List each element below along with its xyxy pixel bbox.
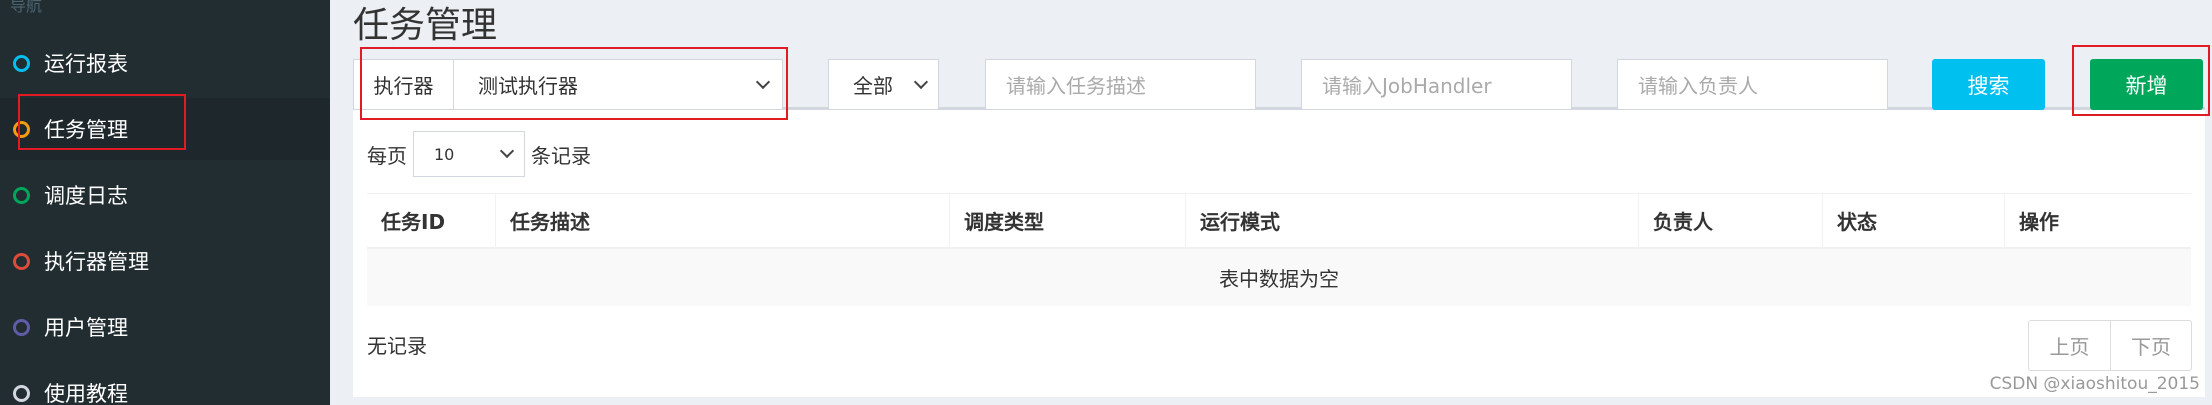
sidebar-item-label: 执行器管理 [44, 250, 149, 274]
circle-icon [13, 318, 30, 336]
page-length-value: 10 [434, 144, 455, 164]
prev-page-button[interactable]: 上页 [2029, 321, 2110, 370]
sidebar: 导航 运行报表 任务管理 调度日志 执行器管理 用户管理 使用教程 [0, 0, 330, 405]
circle-icon [13, 54, 30, 72]
page-length-select[interactable]: 10 [413, 131, 525, 177]
column-header[interactable]: 状态 [1823, 194, 2005, 247]
column-header[interactable]: 调度类型 [950, 194, 1186, 247]
sidebar-item-label: 调度日志 [44, 184, 128, 208]
table-empty-row: 表中数据为空 [367, 249, 2191, 306]
owner-input[interactable]: 请输入负责人 [1617, 59, 1888, 110]
circle-icon [13, 384, 30, 402]
column-header[interactable]: 运行模式 [1186, 194, 1639, 247]
sidebar-item-schedule-log[interactable]: 调度日志 [0, 164, 330, 226]
page-length-suffix: 条记录 [531, 143, 591, 168]
chevron-down-icon [499, 143, 515, 159]
chevron-down-icon [913, 74, 929, 89]
sidebar-item-user-management[interactable]: 用户管理 [0, 296, 330, 358]
sidebar-item-label: 使用教程 [44, 382, 128, 405]
sidebar-item-label: 用户管理 [44, 316, 128, 340]
sidebar-item-label: 运行报表 [44, 52, 128, 76]
annotation-box-add [2072, 45, 2210, 116]
annotation-box-sidebar [18, 94, 186, 150]
sidebar-item-executor-management[interactable]: 执行器管理 [0, 230, 330, 292]
circle-icon [13, 186, 30, 204]
page-length-prefix: 每页 [367, 143, 407, 168]
status-select-value: 全部 [853, 74, 893, 98]
column-header[interactable]: 任务ID [367, 194, 496, 247]
column-header[interactable]: 任务描述 [496, 194, 950, 247]
task-desc-input[interactable]: 请输入任务描述 [985, 59, 1256, 110]
status-select[interactable]: 全部 [828, 59, 939, 110]
page-length-control: 每页 10 条记录 [367, 131, 591, 177]
table-info: 无记录 [367, 334, 427, 358]
page-title: 任务管理 [353, 5, 498, 46]
column-header[interactable]: 负责人 [1639, 194, 1823, 247]
table-header: 任务ID 任务描述 调度类型 运行模式 负责人 状态 操作 [367, 193, 2191, 249]
next-page-button[interactable]: 下页 [2110, 321, 2191, 370]
annotation-box-executor [360, 47, 788, 120]
sidebar-item-dashboard[interactable]: 运行报表 [0, 32, 330, 94]
search-button[interactable]: 搜索 [1932, 59, 2045, 110]
sidebar-header: 导航 [10, 0, 43, 15]
watermark: CSDN @xiaoshitou_2015 [1989, 374, 2200, 394]
pagination: 上页 下页 [2028, 320, 2192, 371]
circle-icon [13, 252, 30, 270]
job-table: 任务ID 任务描述 调度类型 运行模式 负责人 状态 操作 表中数据为空 [367, 193, 2191, 306]
job-handler-input[interactable]: 请输入JobHandler [1301, 59, 1572, 110]
column-header[interactable]: 操作 [2005, 194, 2191, 247]
sidebar-item-tutorial[interactable]: 使用教程 [0, 362, 330, 405]
